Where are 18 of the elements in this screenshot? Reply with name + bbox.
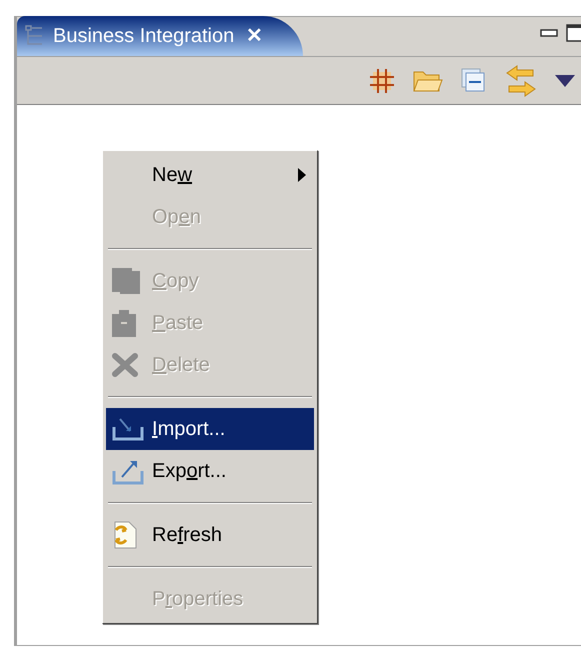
- grid-icon[interactable]: [369, 68, 395, 94]
- dropdown-icon[interactable]: [555, 74, 575, 86]
- maximize-icon[interactable]: [566, 24, 581, 42]
- copy-icon: [112, 268, 142, 294]
- collapse-icon[interactable]: [461, 68, 487, 94]
- close-button[interactable]: ✕: [246, 26, 264, 46]
- tab-title: Business Integration: [53, 24, 234, 49]
- refresh-icon: [112, 521, 138, 549]
- menu-item[interactable]: Import...: [106, 408, 314, 450]
- minimize-icon[interactable]: [540, 29, 558, 37]
- tree-icon: [25, 25, 45, 47]
- view-tab[interactable]: Business Integration ✕: [17, 16, 304, 56]
- clipboard-icon: [112, 309, 136, 337]
- menu-item[interactable]: Refresh: [106, 514, 314, 556]
- menu-item[interactable]: New: [106, 154, 314, 196]
- menu-item[interactable]: Export...: [106, 450, 314, 492]
- import-icon: [112, 417, 144, 441]
- delete-icon: [112, 353, 138, 377]
